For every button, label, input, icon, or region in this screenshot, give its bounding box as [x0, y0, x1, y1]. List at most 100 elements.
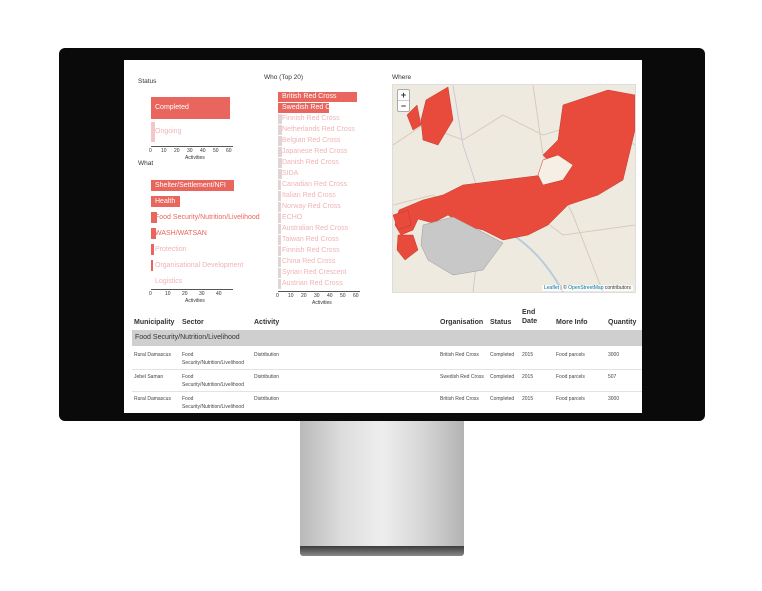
header-organisation[interactable]: Organisation — [440, 318, 483, 327]
header-sector[interactable]: Sector — [182, 318, 204, 327]
what-axis-title: Activities — [185, 298, 205, 304]
what-bar-label: WASH/WATSAN — [155, 230, 207, 237]
who-bar-label: Belgian Red Cross — [282, 137, 341, 144]
cell-sector: Food Security/Nutrition/Livelihood — [182, 352, 244, 366]
cell-sector: Food Security/Nutrition/Livelihood — [182, 374, 244, 388]
who-tick: 40 — [327, 293, 333, 299]
cell-organisation: British Red Cross — [440, 352, 479, 358]
row-divider — [132, 369, 642, 370]
who-bar-label: Finnish Red Cross — [282, 247, 340, 254]
table-group-row[interactable]: Food Security/Nutrition/Livelihood — [132, 330, 642, 346]
status-tick: 10 — [161, 148, 167, 154]
row-divider — [132, 391, 642, 392]
who-bar[interactable] — [278, 279, 281, 289]
region-south — [396, 234, 419, 261]
map-view[interactable]: + − Leaflet | © OpenStreetMap contributo… — [392, 84, 636, 293]
status-title: Status — [138, 78, 157, 85]
who-bar[interactable] — [278, 191, 281, 201]
header-quantity[interactable]: Quantity — [608, 318, 636, 327]
what-tick: 30 — [199, 291, 205, 297]
who-bar[interactable] — [278, 202, 281, 212]
who-bar[interactable] — [278, 224, 281, 234]
cell-quantity: 507 — [608, 374, 617, 380]
map-attribution: Leaflet | © OpenStreetMap contributors — [542, 285, 633, 291]
what-bar-label: Organisational Development — [155, 262, 244, 269]
where-title: Where — [392, 74, 412, 81]
who-bar-label: Finnish Red Cross — [282, 115, 340, 122]
who-bar-label: Swedish Red Cross — [282, 104, 344, 111]
monitor-stand — [300, 421, 464, 549]
what-tick: 40 — [216, 291, 222, 297]
status-tick: 50 — [213, 148, 219, 154]
who-title: Who (Top 20) — [264, 74, 304, 81]
who-bar[interactable] — [278, 257, 281, 267]
what-tick: 20 — [182, 291, 188, 297]
status-bar-label: Ongoing — [155, 128, 182, 135]
what-title: What — [138, 160, 154, 167]
who-bar[interactable] — [278, 180, 281, 190]
cell-more-info: Food parcels — [556, 374, 585, 380]
who-bar-label: Danish Red Cross — [282, 159, 339, 166]
who-bar-label: Austrian Red Cross — [282, 280, 343, 287]
who-tick: 10 — [288, 293, 294, 299]
who-bar[interactable] — [278, 235, 281, 245]
who-bar-label: Japanese Red Cross — [282, 148, 348, 155]
status-tick: 60 — [226, 148, 232, 154]
cell-activity: Distribution — [254, 352, 280, 358]
who-bar-label: Norway Red Cross — [282, 203, 341, 210]
who-bar-label: China Red Cross — [282, 258, 336, 265]
who-tick: 0 — [276, 293, 279, 299]
status-tick: 30 — [187, 148, 193, 154]
what-bar-label: Shelter/Settlement/NFI — [155, 182, 226, 189]
who-tick: 50 — [340, 293, 346, 299]
header-municipality[interactable]: Municipality — [134, 318, 174, 327]
who-bar[interactable] — [278, 213, 281, 223]
header-status[interactable]: Status — [490, 318, 511, 327]
who-x-axis — [278, 291, 360, 292]
leaflet-link[interactable]: Leaflet — [544, 285, 559, 291]
header-more-info[interactable]: More Info — [556, 318, 588, 327]
status-tick: 20 — [174, 148, 180, 154]
what-bar[interactable] — [151, 260, 153, 271]
what-bar[interactable] — [151, 244, 154, 255]
what-bar-label: Logistics — [155, 278, 183, 285]
who-bar-label: Syrian Red Crescent — [282, 269, 347, 276]
status-bar-label: Completed — [155, 104, 189, 111]
cell-status: Completed — [490, 396, 515, 402]
status-axis-title: Activities — [185, 155, 205, 161]
status-tick: 0 — [149, 148, 152, 154]
cell-more-info: Food parcels — [556, 396, 585, 402]
who-tick: 30 — [314, 293, 320, 299]
cell-municipality: Rural Damascus — [134, 396, 171, 402]
who-axis-title: Activities — [312, 300, 332, 306]
cell-end-date: 2015 — [522, 396, 534, 402]
cell-activity: Distribution — [254, 374, 280, 380]
what-tick: 10 — [165, 291, 171, 297]
header-end-date[interactable]: End Date — [522, 308, 544, 326]
cell-status: Completed — [490, 374, 515, 380]
who-bar-label: Italian Red Cross — [282, 192, 336, 199]
status-tick: 40 — [200, 148, 206, 154]
who-tick: 60 — [353, 293, 359, 299]
cell-municipality: Jebel Saman — [134, 374, 164, 380]
who-bar-label: Netherlands Red Cross — [282, 126, 355, 133]
what-tick: 0 — [149, 291, 152, 297]
what-bar-label: Food Security/Nutrition/Livelihood — [155, 214, 260, 221]
monitor-stand-base — [300, 546, 464, 556]
who-bar[interactable] — [278, 268, 281, 278]
zoom-out-button[interactable]: − — [398, 100, 409, 111]
cell-organisation: Swedish Red Cross — [440, 374, 484, 380]
who-bar-label: ECHO — [282, 214, 303, 221]
what-bar-label: Protection — [155, 246, 187, 253]
zoom-control: + − — [397, 89, 410, 112]
zoom-in-button[interactable]: + — [398, 90, 409, 100]
cell-quantity: 3000 — [608, 352, 620, 358]
header-activity[interactable]: Activity — [254, 318, 279, 327]
cell-activity: Distribution — [254, 396, 280, 402]
map-regions — [393, 85, 635, 292]
who-bar[interactable] — [278, 246, 281, 256]
osm-link[interactable]: OpenStreetMap — [568, 285, 603, 291]
attribution-tail: contributors — [603, 285, 631, 291]
cell-municipality: Rural Damascus — [134, 352, 171, 358]
cell-quantity: 3000 — [608, 396, 620, 402]
